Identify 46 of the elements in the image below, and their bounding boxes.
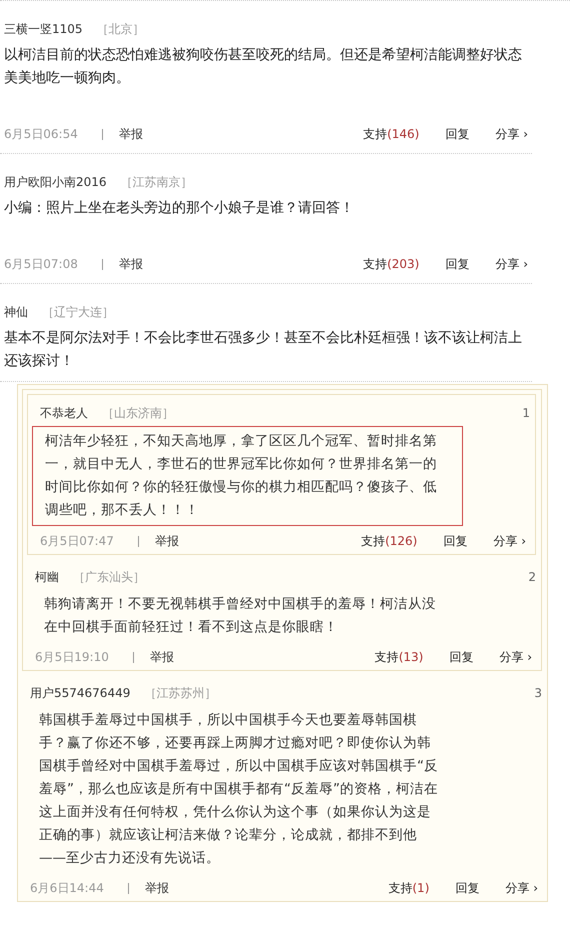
location: ［山东济南］ [102,405,174,422]
support-button[interactable]: 支持(126) [361,532,418,550]
comment-date: 6月5日07:47 [40,532,114,550]
comment-text: 小编：照片上坐在老头旁边的那个小娘子是谁？请回答！ [4,199,355,218]
floor-number: 1 [522,406,530,420]
share-button[interactable]: 分享 › [505,880,538,896]
report-link[interactable]: 举报 [118,126,143,142]
floor-number: 3 [534,686,542,700]
comment-date: 6月5日19:10 [35,648,109,666]
support-button[interactable]: 支持(13) [374,648,424,666]
reply-button[interactable]: 回复 [449,648,474,666]
username[interactable]: 不恭老人 [40,405,88,422]
report-link[interactable]: 举报 [144,880,169,896]
comment-date: 6月5日06:54 [4,126,78,142]
location: ［辽宁大连］ [42,304,114,321]
floor-number: 2 [528,570,536,584]
comment-date: 6月5日07:08 [4,256,78,272]
share-button[interactable]: 分享 › [495,256,528,272]
username[interactable]: 三横一竖1105 [4,21,83,38]
username[interactable]: 柯幽 [35,569,59,586]
share-button[interactable]: 分享 › [499,648,532,666]
location: ［广东汕头］ [73,569,145,586]
comment-text: 基本不是阿尔法对手！不会比李世石强多少！甚至不会比朴廷桓强！该不该让柯洁上还该探讨！ [4,329,523,371]
support-button[interactable]: 支持(1) [388,880,430,896]
location: ［北京］ [96,21,145,38]
reply-button[interactable]: 回复 [443,532,468,550]
username[interactable]: 用户欧阳小南2016 [4,174,107,191]
username[interactable]: 用户5574676449 [30,685,130,702]
share-button[interactable]: 分享 › [493,532,526,550]
reply-text: 韩国棋手羞辱过中国棋手，所以中国棋手今天也要羞辱韩国棋手？赢了你还不够，还要再踩上两脚才过瘾对吧？即使你认为韩国棋手曾经对中国棋手羞辱过，所以中国棋手应该对韩国棋手“反羞辱”，那么也应该是所有中国棋手都有“反羞辱”的资格，柯洁在这上面并没有任何特权，凭什么你认为这个事（如果你认为这是正确的事）就应该让柯洁来做？论辈分，论成就，都排不到他——至少古力还没有先说话。 [38,711,439,868]
comment-text: 以柯洁目前的状态恐怕难逃被狗咬伤甚至咬死的结局。但还是希望柯洁能调整好状态美美地吃一顿狗肉。 [4,46,523,88]
support-button[interactable]: 支持(146) [363,126,420,142]
reply-button[interactable]: 回复 [445,256,470,272]
report-link[interactable]: 举报 [154,532,179,550]
reply-button[interactable]: 回复 [445,126,470,142]
report-link[interactable]: 举报 [150,648,174,666]
username[interactable]: 神仙 [4,304,28,321]
reply-text: 韩狗请离开！不要无视韩棋手曾经对中国棋手的羞辱！柯洁从没在中回棋手面前轻狂过！看不到这点是你眼瞎！ [43,595,437,637]
comment-date: 6月6日14:44 [30,880,104,896]
reply-text: 柯洁年少轻狂，不知天高地厚，拿了区区几个冠军、暂时排名第一，就目中无人，李世石的世界冠军比你如何？世界排名第一的时间比你如何？你的轻狂傲慢与你的棋力相匹配吗？傻孩子、低调些吧，那不丢人！！！ [32,426,463,526]
location: ［江苏南京］ [120,174,193,191]
location: ［江苏苏州］ [144,685,216,702]
report-link[interactable]: 举报 [118,256,143,272]
reply-button[interactable]: 回复 [455,880,480,896]
share-button[interactable]: 分享 › [495,126,528,142]
support-button[interactable]: 支持(203) [363,256,420,272]
